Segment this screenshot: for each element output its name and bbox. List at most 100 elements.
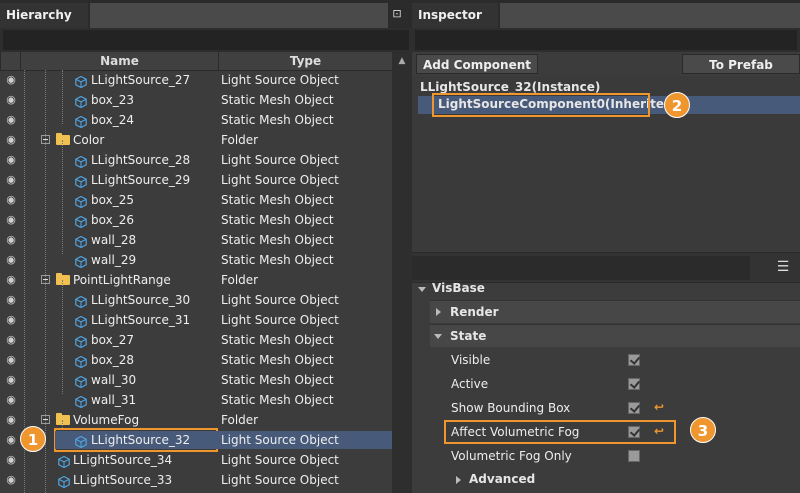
tree-row[interactable]: ◉ LLightSource_32 Light Source Object [0,430,392,450]
property-checkbox[interactable] [628,378,640,390]
collapse-icon [434,334,442,339]
tree-item-type: Static Mesh Object [221,353,334,367]
tree-row[interactable]: ◉ LLightSource_27 Light Source Object [0,70,392,90]
to-prefab-button[interactable]: To Prefab [682,54,800,74]
visibility-eye-icon[interactable]: ◉ [3,150,19,170]
visibility-eye-icon[interactable]: ◉ [3,110,19,130]
inspector-toolbar: ☰ [412,252,800,283]
tree-item-type: Folder [221,273,259,287]
list-view-icon[interactable]: ☰ [774,260,792,276]
tree-row[interactable]: ◉ LLightSource_34 Light Source Object [0,450,392,470]
inspector-tab[interactable]: Inspector [412,3,498,28]
object-cube-icon [75,154,87,169]
tree-row[interactable]: ◉ wall_31 Static Mesh Object [0,390,392,410]
tree-row[interactable]: ◉ wall_29 Static Mesh Object [0,250,392,270]
inspector-search-input[interactable] [415,30,797,50]
visibility-eye-icon[interactable]: ◉ [3,190,19,210]
tree-item-label: box_28 [91,353,134,367]
visibility-eye-icon[interactable]: ◉ [3,370,19,390]
advanced-label: Advanced [469,472,536,486]
visbase-header[interactable]: VisBase [412,281,800,297]
object-cube-icon [58,474,70,489]
tree-row[interactable]: ◉ LLightSource_31 Light Source Object [0,310,392,330]
tree-row[interactable]: ◉ box_26 Static Mesh Object [0,210,392,230]
property-checkbox[interactable] [628,450,640,462]
tree-row[interactable]: ◉ Color Folder [0,130,392,150]
visibility-eye-icon[interactable]: ◉ [3,290,19,310]
visibility-eye-icon[interactable]: ◉ [3,70,19,90]
tree-item-label: wall_30 [91,373,137,387]
state-section[interactable]: State [430,324,800,347]
advanced-section[interactable]: Advanced [448,468,800,492]
tree-item-type: Light Source Object [221,473,339,487]
visibility-eye-icon[interactable]: ◉ [3,410,19,430]
callout-highlight-3 [444,420,676,444]
revert-icon[interactable]: ↩ [654,400,664,414]
tree-row[interactable]: ◉ box_28 Static Mesh Object [0,350,392,370]
tree-row[interactable]: ◉ wall_28 Static Mesh Object [0,230,392,250]
visibility-eye-icon[interactable]: ◉ [3,390,19,410]
hierarchy-search-input[interactable] [3,30,409,50]
visibility-eye-icon[interactable]: ◉ [3,270,19,290]
tree-guide-line [62,140,63,254]
visibility-eye-icon[interactable]: ◉ [3,210,19,230]
tree-row[interactable]: ◉ box_23 Static Mesh Object [0,90,392,110]
visibility-eye-icon[interactable]: ◉ [3,90,19,110]
visibility-eye-icon[interactable]: ◉ [3,330,19,350]
visibility-eye-icon[interactable]: ◉ [3,450,19,470]
property-filter[interactable] [412,256,750,280]
name-column-header[interactable]: Name [20,52,218,70]
tree-item-type: Light Source Object [221,433,339,447]
inspector-panel: Inspector Add Component To Prefab LLight… [412,0,800,493]
tree-item-label: VolumeFog [73,413,140,427]
object-cube-icon [75,114,87,129]
hierarchy-scrollbar[interactable] [392,70,412,493]
property-checkbox[interactable] [628,354,640,366]
object-cube-icon [75,94,87,109]
property-checkbox[interactable] [628,402,640,414]
visibility-eye-icon[interactable]: ◉ [3,130,19,150]
type-column-header[interactable]: Type [218,52,392,70]
tree-item-label: box_26 [91,213,134,227]
visibility-eye-icon[interactable]: ◉ [3,170,19,190]
tree-row[interactable]: ◉ wall_30 Static Mesh Object [0,370,392,390]
expand-icon [436,308,441,316]
tree-row[interactable]: ◉ VolumeFog Folder [0,410,392,430]
tree-item-label: wall_29 [91,253,137,267]
visibility-eye-icon[interactable]: ◉ [3,230,19,250]
callout-badge-3: 3 [690,417,716,443]
tree-row[interactable]: ◉ LLightSource_33 Light Source Object [0,470,392,490]
object-cube-icon [75,334,87,349]
object-cube-icon [75,294,87,309]
visibility-eye-icon[interactable]: ◉ [3,430,19,450]
visibility-eye-icon[interactable]: ◉ [3,470,19,490]
tree-item-label: wall_28 [91,233,137,247]
tree-item-type: Static Mesh Object [221,333,334,347]
tree-item-type: Light Source Object [221,313,339,327]
instance-label: LLightSource_32(Instance) [420,80,601,94]
tree-item-type: Static Mesh Object [221,113,334,127]
dock-icon[interactable]: ⊡ [390,6,404,22]
tree-item-type: Static Mesh Object [221,213,334,227]
tree-row[interactable]: ◉ box_27 Static Mesh Object [0,330,392,350]
render-section[interactable]: Render [430,300,800,323]
tree-item-label: Color [73,133,105,147]
visibility-eye-icon[interactable]: ◉ [3,350,19,370]
tree-row[interactable]: ◉ LLightSource_29 Light Source Object [0,170,392,190]
hierarchy-tab[interactable]: Hierarchy [0,3,88,28]
scroll-up-arrow[interactable]: ▲ [392,52,412,70]
render-label: Render [450,305,499,319]
object-cube-icon [75,194,87,209]
object-cube-icon [58,454,70,469]
object-cube-icon [75,354,87,369]
tree-row[interactable]: ◉ box_24 Static Mesh Object [0,110,392,130]
add-component-button[interactable]: Add Component [416,54,538,74]
tree-row[interactable]: ◉ box_25 Static Mesh Object [0,190,392,210]
callout-badge-2: 2 [664,92,690,118]
tree-row[interactable]: ◉ LLightSource_30 Light Source Object [0,290,392,310]
folder-icon [56,133,70,145]
tree-row[interactable]: ◉ PointLightRange Folder [0,270,392,290]
visibility-eye-icon[interactable]: ◉ [3,250,19,270]
tree-row[interactable]: ◉ LLightSource_28 Light Source Object [0,150,392,170]
visibility-eye-icon[interactable]: ◉ [3,310,19,330]
